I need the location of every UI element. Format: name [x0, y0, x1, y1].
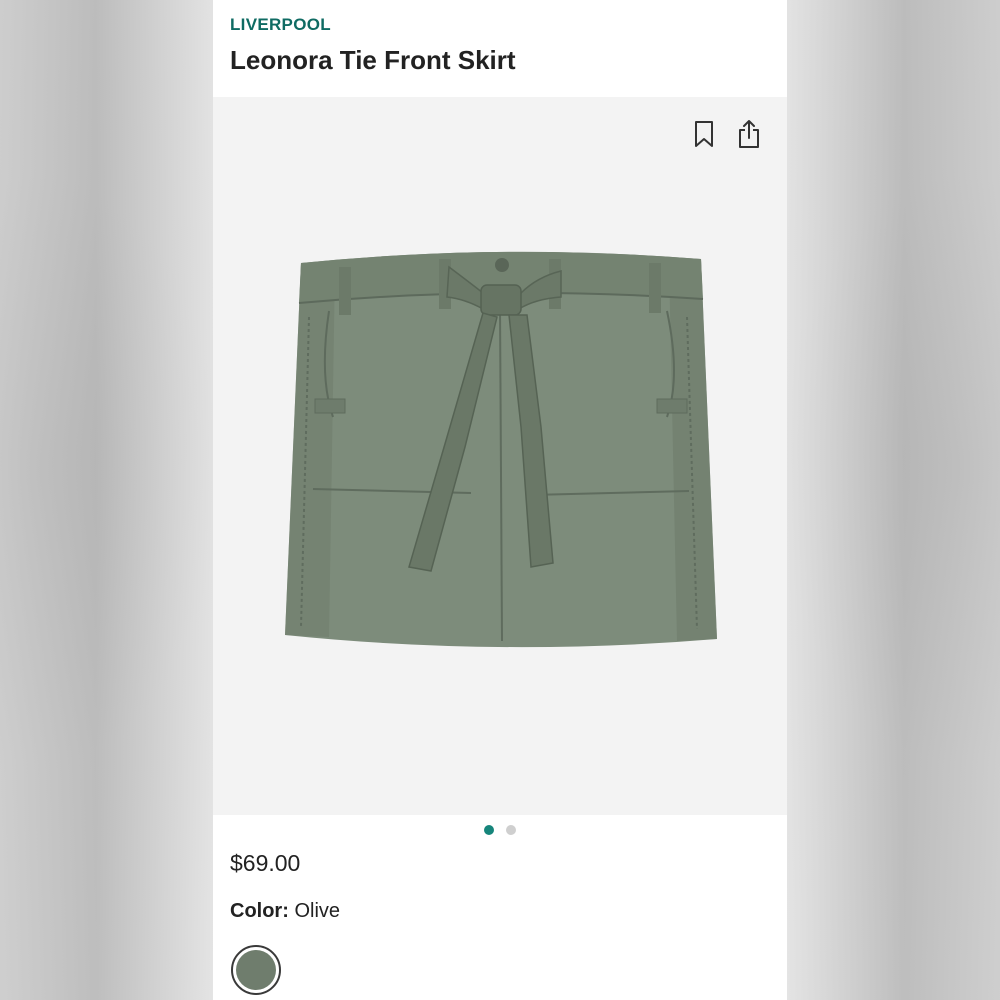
color-swatch-olive[interactable] [231, 945, 281, 995]
brand-name[interactable]: LIVERPOOL [230, 15, 331, 35]
product-detail-screen: LIVERPOOL Leonora Tie Front Skirt $69.00… [213, 0, 787, 1000]
color-selection-label: Color: Olive [230, 900, 340, 923]
skirt-product-image [285, 251, 717, 648]
page-dot[interactable] [506, 825, 516, 835]
backdrop-left [0, 0, 213, 1000]
image-pagination [213, 825, 787, 837]
share-button[interactable] [736, 117, 762, 151]
backdrop-right [787, 0, 1000, 1000]
product-image-gallery[interactable] [213, 97, 787, 815]
bookmark-icon [695, 121, 713, 147]
bookmark-button[interactable] [691, 117, 717, 151]
color-label: Color: [230, 900, 289, 922]
color-value: Olive [294, 900, 341, 922]
product-title: Leonora Tie Front Skirt [230, 45, 516, 75]
page-dot-active[interactable] [484, 825, 494, 835]
product-price: $69.00 [230, 850, 301, 876]
swatch-fill [236, 950, 276, 990]
share-icon [739, 120, 759, 148]
